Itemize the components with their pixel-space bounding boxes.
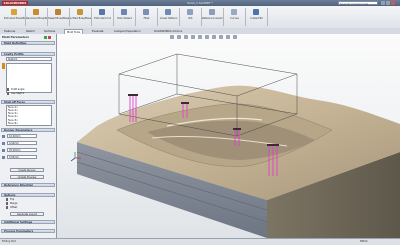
list-item[interactable]: Face<6> (8, 122, 18, 125)
cancel-icon[interactable] (48, 35, 51, 39)
ribbon-group: Hole Wizard (114, 8, 136, 26)
checkbox[interactable] (7, 92, 10, 95)
graphics-viewport[interactable] (57, 34, 400, 238)
document-title: Solid_1.SLDPRT * (187, 1, 213, 5)
parameter-field[interactable]: 4.00mm (7, 141, 37, 145)
fillet-icon[interactable] (143, 9, 149, 15)
parameter-icon (2, 141, 5, 145)
checkbox-label: Offset (10, 206, 18, 209)
model-view[interactable] (57, 34, 400, 238)
profile-selection-field[interactable]: Sketch1 (6, 57, 52, 61)
app-logo[interactable]: SOLIDWORKS (2, 1, 28, 5)
zoom-area-icon[interactable] (177, 35, 181, 39)
view-settings-icon[interactable] (233, 35, 237, 39)
section-header[interactable]: Runner Parameters (1, 128, 55, 132)
heads-up-view-toolbar (60, 35, 398, 40)
checkbox[interactable] (7, 88, 10, 91)
parameter-icon (2, 155, 5, 159)
ribbon-group: Reference Geometry (202, 8, 224, 26)
ribbon-label: Linear Pattern (159, 17, 178, 20)
view-orientation-icon[interactable] (198, 35, 202, 39)
pattern-icon[interactable] (165, 9, 171, 15)
checkbox-label: Draft angle (11, 88, 25, 91)
cut-icon[interactable] (99, 9, 105, 15)
ribbon-label: Hole Wizard (117, 17, 132, 20)
action-button[interactable]: Generate Layout (10, 212, 44, 216)
close-icon[interactable] (391, 1, 395, 5)
ribbon-group: Swept Boss/Base (48, 8, 70, 26)
checkbox-label: Use Sketch (11, 92, 25, 95)
ribbon-group: Extruded Boss/Base (4, 8, 26, 26)
ribbon-label: Reference Geometry (202, 17, 223, 20)
display-style-icon[interactable] (205, 35, 209, 39)
loft-icon[interactable] (77, 9, 83, 15)
section-header[interactable]: Options (1, 193, 55, 197)
section-header[interactable]: Cavity Profile (1, 52, 55, 56)
ribbon-label: Revolved Boss/Base (26, 17, 47, 20)
parameter-field[interactable]: 5.00mm (7, 155, 37, 159)
ribbon-group: Revolved Boss/Base (26, 8, 48, 26)
zoom-to-fit-icon[interactable] (170, 35, 174, 39)
ribbon-label: Extruded Boss/Base (4, 17, 25, 20)
section-header[interactable]: Reference Direction (1, 183, 55, 187)
hide-show-icon[interactable] (212, 35, 216, 39)
maximize-icon[interactable] (386, 1, 390, 5)
scene-icon[interactable] (226, 35, 230, 39)
section-header[interactable]: Additional Settings (1, 220, 55, 224)
checkbox[interactable] (6, 202, 9, 205)
ok-icon[interactable] (44, 35, 47, 39)
section-header[interactable]: Mold Definition (1, 41, 55, 45)
ribbon-label: Lofted Boss/Base (70, 17, 91, 20)
checkbox[interactable] (6, 198, 9, 201)
rib-icon[interactable] (187, 9, 193, 15)
curve-icon[interactable] (231, 9, 237, 15)
ribbon-group: Extruded Cut (92, 8, 114, 26)
ribbon-group: Lofted Boss/Base (70, 8, 92, 26)
minimize-icon[interactable] (381, 1, 385, 5)
ribbon-group: Instant3D (246, 8, 268, 26)
parameter-icon (2, 148, 5, 152)
ribbon-label: Instant3D (250, 17, 263, 20)
action-button[interactable]: Update Preview (10, 175, 44, 179)
sweep-icon[interactable] (55, 9, 61, 15)
plane-icon[interactable] (209, 9, 215, 15)
panel-title: Mold Parameters (2, 35, 29, 39)
previous-view-icon[interactable] (184, 35, 188, 39)
parameter-field[interactable]: 10.00mm (7, 134, 37, 138)
ribbon-group: Linear Pattern (158, 8, 180, 26)
checkbox-label: Flip (10, 198, 15, 201)
section-header[interactable]: Process Parameters (1, 229, 55, 233)
section-header[interactable]: Shut-off Faces (1, 100, 55, 104)
profile-icon (2, 63, 5, 69)
status-left: Editing Part (2, 239, 16, 243)
ribbon-label: Swept Boss/Base (48, 17, 69, 20)
checkbox-label: Merge (10, 202, 18, 205)
search-input[interactable]: Search Commands (338, 1, 378, 6)
ribbon-group: Fillet (136, 8, 158, 26)
parameter-field[interactable]: 25.00mm (7, 148, 37, 152)
ribbon-label: Rib (188, 17, 193, 20)
appearance-icon[interactable] (219, 35, 223, 39)
action-button[interactable]: Create Runner (10, 168, 44, 172)
section-view-icon[interactable] (191, 35, 195, 39)
ribbon-group: Rib (180, 8, 202, 26)
ribbon-group: Curves (224, 8, 246, 26)
instant3d-icon[interactable] (253, 9, 259, 15)
hole-icon[interactable] (121, 9, 127, 15)
checkbox[interactable] (6, 206, 9, 209)
extrude-icon[interactable] (11, 9, 17, 15)
ribbon-label: Extruded Cut (94, 17, 111, 20)
parameter-icon (2, 134, 5, 138)
ribbon-label: Fillet (143, 17, 150, 20)
ribbon-label: Curves (230, 17, 239, 20)
revolve-icon[interactable] (33, 9, 39, 15)
units-indicator[interactable]: MMGS (360, 240, 368, 244)
